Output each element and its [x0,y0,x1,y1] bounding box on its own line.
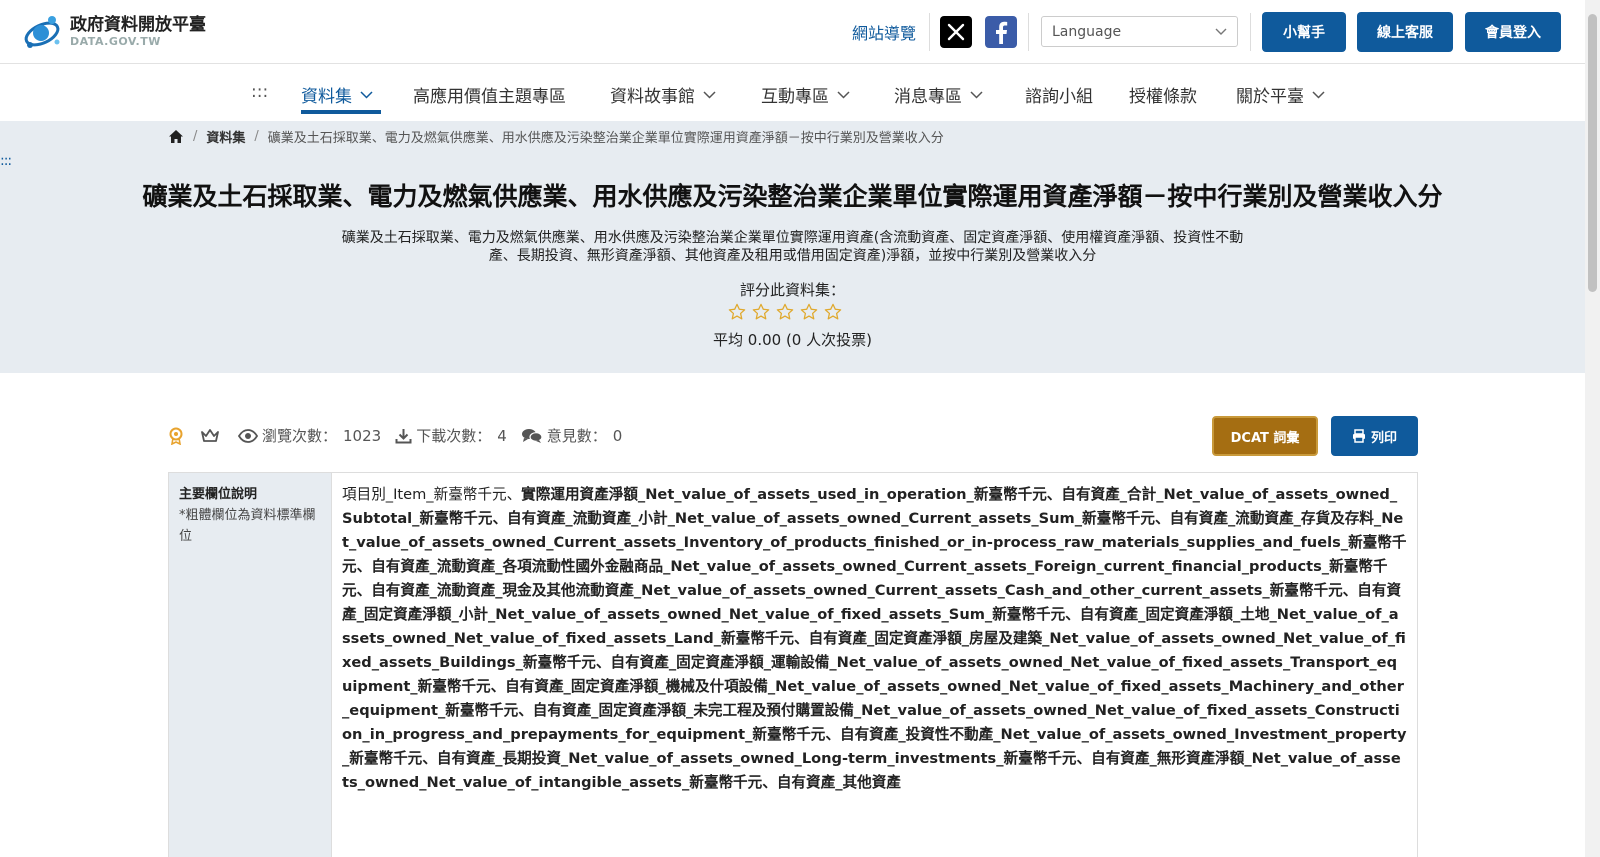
fields-standard-text: 實際運用資產淨額_Net_value_of_assets_used_in_ope… [342,486,1407,791]
views-stat: 瀏覽次數： 1023 [238,425,381,446]
language-select[interactable]: Language [1041,16,1238,47]
chevron-down-icon [703,90,716,99]
rating-star-icon[interactable] [800,303,818,321]
nav-item-advisory[interactable]: 諮詢小組 [1025,82,1093,107]
nav-item-about[interactable]: 關於平臺 [1236,82,1325,107]
nav-item-label: 關於平臺 [1236,87,1304,107]
language-select-value: Language [1052,23,1122,40]
comments-icon [521,428,543,444]
x-twitter-icon[interactable] [940,16,972,48]
chevron-down-icon [837,90,850,99]
dcat-vocabulary-button[interactable]: DCAT 詞彙 [1212,416,1318,456]
rating-stars [728,303,842,321]
fields-label-note: *粗體欄位為資料標準欄位 [179,508,316,544]
main-nav: ::: 資料集 高應用價值主題專區 資料故事館 互動專區 消息專區 諮詢小組 授… [0,64,1585,121]
content-accesskey[interactable]: ::: [0,153,12,169]
dataset-description: 礦業及土石採取業、電力及燃氣供應業、用水供應及污染整治業企業單位實際運用資產(含… [341,230,1244,264]
rating-star-icon[interactable] [728,303,746,321]
fields-plain-text: 項目別_Item_新臺幣千元、 [342,486,522,503]
views-count: 1023 [343,426,382,445]
fields-label-title: 主要欄位說明 [179,487,258,502]
nav-item-label: 資料集 [301,87,352,107]
breadcrumb: / 資料集 / 礦業及土石採取業、電力及燃氣供應業、用水供應及污染整治業企業單位… [168,127,944,146]
comments-stat: 意見數： 0 [521,425,623,446]
online-support-button[interactable]: 線上客服 [1357,12,1453,52]
comments-label: 意見數： [546,427,607,445]
chevron-down-icon [970,90,983,99]
nav-item-interactive[interactable]: 互動專區 [761,82,850,107]
downloads-label: 下載次數： [416,427,492,445]
nav-accesskey[interactable]: ::: [251,82,268,102]
header-divider [929,13,930,51]
page-title: 礦業及土石採取業、電力及燃氣供應業、用水供應及污染整治業企業單位實際運用資產淨額… [142,182,1443,211]
fields-table: 主要欄位說明 *粗體欄位為資料標準欄位 項目別_Item_新臺幣千元、實際運用資… [168,472,1418,857]
site-header: 政府資料開放平臺 DATA.GOV.TW 網站導覽 Language 小幫手 線… [0,0,1585,64]
nav-item-label: 消息專區 [894,87,962,107]
nav-item-label: 高應用價值主題專區 [413,87,566,107]
nav-active-indicator [301,110,381,114]
site-logo[interactable]: 政府資料開放平臺 DATA.GOV.TW [22,12,242,52]
breadcrumb-datasets[interactable]: 資料集 [206,127,245,146]
header-divider [1250,13,1251,51]
home-icon[interactable] [168,129,184,144]
dataset-hero: / 資料集 / 礦業及土石採取業、電力及燃氣供應業、用水供應及污染整治業企業單位… [0,121,1585,373]
logo-globe-icon [24,16,60,48]
sitemap-link[interactable]: 網站導覽 [852,20,916,44]
downloads-count: 4 [497,426,507,445]
comments-count: 0 [612,426,623,445]
rating-label: 評分此資料集： [739,281,845,299]
chevron-down-icon [1312,90,1325,99]
helper-button[interactable]: 小幫手 [1262,12,1346,52]
fields-label-cell: 主要欄位說明 *粗體欄位為資料標準欄位 [169,473,332,857]
crown-icon [200,428,220,443]
views-label: 瀏覽次數： [262,427,338,445]
eye-icon [238,428,258,443]
printer-icon [1352,429,1365,443]
rating-star-icon[interactable] [752,303,770,321]
medal-icon [168,427,184,445]
nav-item-datasets[interactable]: 資料集 [301,82,373,107]
chevron-down-icon [1215,28,1227,35]
fields-content: 項目別_Item_新臺幣千元、實際運用資產淨額_Net_value_of_ass… [332,473,1417,857]
member-login-button[interactable]: 會員登入 [1465,12,1561,52]
rating-star-icon[interactable] [824,303,842,321]
nav-item-label: 互動專區 [761,87,829,107]
downloads-stat: 下載次數： 4 [395,425,507,446]
page-scrollbar[interactable] [1585,0,1600,857]
dataset-stats: 瀏覽次數： 1023 下載次數： 4 意見數： 0 [168,425,636,446]
breadcrumb-separator: / [254,129,259,144]
header-divider [1028,13,1029,51]
nav-item-license[interactable]: 授權條款 [1129,82,1197,107]
chevron-down-icon [360,90,373,99]
print-button-label: 列印 [1370,430,1397,446]
breadcrumb-separator: / [193,129,198,144]
rating-average: 平均 0.00 (0 人次投票) [713,331,872,349]
nav-item-label: 授權條款 [1129,87,1197,107]
nav-item-news[interactable]: 消息專區 [894,82,983,107]
breadcrumb-current: 礦業及土石採取業、電力及燃氣供應業、用水供應及污染整治業企業單位實際運用資產淨額… [267,131,944,146]
nav-item-label: 資料故事館 [610,87,695,107]
nav-item-label: 諮詢小組 [1025,87,1093,107]
download-icon [395,428,412,444]
facebook-icon[interactable] [985,16,1017,48]
nav-item-stories[interactable]: 資料故事館 [610,82,716,107]
scrollbar-thumb[interactable] [1588,14,1597,292]
logo-title: 政府資料開放平臺 [70,15,206,35]
logo-subtitle: DATA.GOV.TW [70,35,161,48]
print-button[interactable]: 列印 [1331,416,1418,456]
rating-star-icon[interactable] [776,303,794,321]
nav-item-high-value[interactable]: 高應用價值主題專區 [413,82,566,107]
